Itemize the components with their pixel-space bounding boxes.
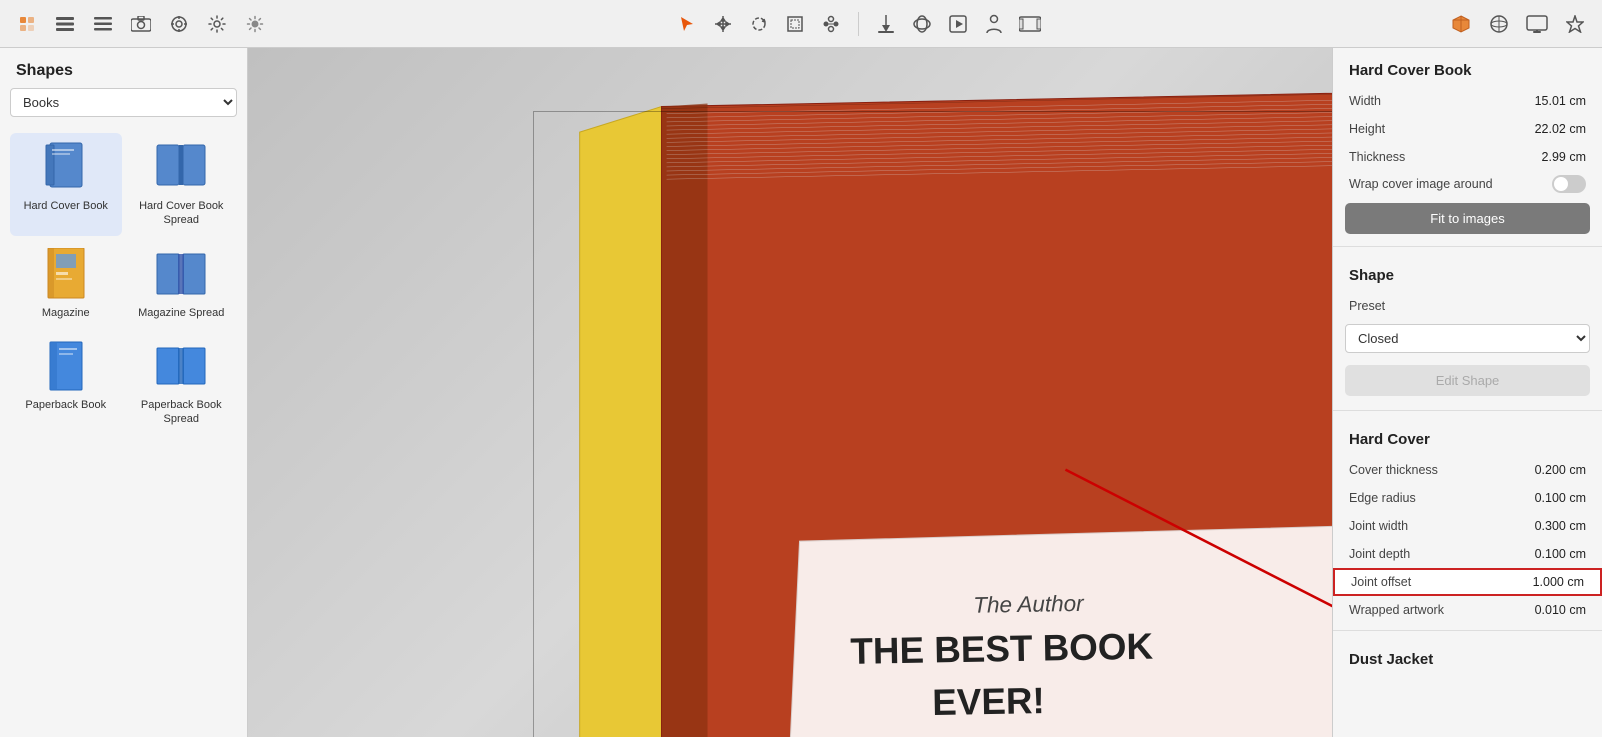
divider-2 [1333,410,1602,411]
place-tool[interactable] [871,9,901,39]
width-row: Width 15.01 cm [1333,87,1602,115]
hard-cover-book-icon [40,141,92,193]
wrapped-artwork-value: 0.010 cm [1535,603,1586,617]
box-icon[interactable] [1446,9,1476,39]
preset-label: Preset [1349,299,1385,313]
orbit-tool[interactable] [907,9,937,39]
person-tool[interactable] [979,9,1009,39]
book-3d-svg: The Author THE BEST BOOK EVER! [278,48,1332,737]
paperback-book-label: Paperback Book [25,398,106,412]
hard-cover-section-title: Hard Cover [1333,417,1602,456]
hard-cover-book-spread-label: Hard Cover Book Spread [130,199,234,228]
joint-depth-value: 0.100 cm [1535,547,1586,561]
wrap-row: Wrap cover image around [1333,171,1602,197]
shape-section-title: Shape [1333,253,1602,292]
left-panel: Shapes Books Magazines Boxes Hard [0,48,248,737]
wrap-label: Wrap cover image around [1349,177,1552,191]
width-value: 15.01 cm [1535,94,1586,108]
node-tool[interactable] [816,9,846,39]
shape-item-hard-cover-book-spread[interactable]: Hard Cover Book Spread [126,133,238,236]
joint-offset-row: Joint offset 1.000 cm [1333,568,1602,596]
height-label: Height [1349,122,1385,136]
cover-thickness-row: Cover thickness 0.200 cm [1333,456,1602,484]
thickness-value: 2.99 cm [1542,150,1586,164]
shapes-title: Shapes [0,48,247,88]
height-value: 22.02 cm [1535,122,1586,136]
joint-depth-label: Joint depth [1349,547,1410,561]
grid-icon[interactable] [50,9,80,39]
wrap-toggle[interactable] [1552,175,1586,193]
rotate-tool[interactable] [744,9,774,39]
shape-item-paperback-book-spread[interactable]: Paperback Book Spread [126,332,238,435]
hard-cover-book-section-title: Hard Cover Book [1333,48,1602,87]
main-layout: Shapes Books Magazines Boxes Hard [0,48,1602,737]
edge-radius-label: Edge radius [1349,491,1416,505]
cover-thickness-value: 0.200 cm [1535,463,1586,477]
preset-select[interactable]: Closed Open Fan [1345,324,1590,353]
shape-category-select[interactable]: Books Magazines Boxes [10,88,237,117]
star-icon[interactable] [1560,9,1590,39]
render-tool[interactable] [943,9,973,39]
sphere-icon[interactable] [1484,9,1514,39]
wrapped-artwork-label: Wrapped artwork [1349,603,1444,617]
edge-radius-value: 0.100 cm [1535,491,1586,505]
svg-text:THE BEST BOOK: THE BEST BOOK [850,626,1154,672]
thickness-row: Thickness 2.99 cm [1333,143,1602,171]
edge-radius-row: Edge radius 0.100 cm [1333,484,1602,512]
magazine-icon [40,248,92,300]
hard-cover-book-spread-icon [155,141,207,193]
wrapped-artwork-row: Wrapped artwork 0.010 cm [1333,596,1602,624]
joint-width-label: Joint width [1349,519,1408,533]
svg-text:EVER!: EVER! [932,680,1045,723]
hard-cover-book-label: Hard Cover Book [24,199,108,213]
joint-width-row: Joint width 0.300 cm [1333,512,1602,540]
paperback-book-icon [40,340,92,392]
select-tool[interactable] [672,9,702,39]
fit-to-images-button[interactable]: Fit to images [1345,203,1590,234]
thickness-label: Thickness [1349,150,1405,164]
divider-3 [1333,630,1602,631]
shape-item-hard-cover-book[interactable]: Hard Cover Book [10,133,122,236]
shapes-grid: Hard Cover Book Hard Cover Book Spread [0,127,247,440]
add-icon[interactable] [12,9,42,39]
film-tool[interactable] [1015,9,1045,39]
toolbar [0,0,1602,48]
shape-item-magazine-spread[interactable]: Magazine Spread [126,240,238,328]
magazine-label: Magazine [42,306,90,320]
scale-tool[interactable] [780,9,810,39]
right-panel: Hard Cover Book Width 15.01 cm Height 22… [1332,48,1602,737]
move-tool[interactable] [708,9,738,39]
joint-offset-value: 1.000 cm [1533,575,1584,589]
camera-icon[interactable] [126,9,156,39]
menu-icon[interactable] [88,9,118,39]
paperback-book-spread-icon [155,340,207,392]
dust-jacket-section-title: Dust Jacket [1333,637,1602,676]
shape-item-magazine[interactable]: Magazine [10,240,122,328]
preset-label-row: Preset [1333,292,1602,320]
settings-icon[interactable] [202,9,232,39]
target-icon[interactable] [164,9,194,39]
svg-text:The Author: The Author [973,591,1085,618]
shape-category-select-wrap: Books Magazines Boxes [0,88,247,127]
edit-shape-button: Edit Shape [1345,365,1590,396]
magazine-spread-label: Magazine Spread [138,306,224,320]
canvas-area[interactable]: The Author THE BEST BOOK EVER! [248,48,1332,737]
divider-1 [1333,246,1602,247]
width-label: Width [1349,94,1381,108]
shape-item-paperback-book[interactable]: Paperback Book [10,332,122,435]
magazine-spread-icon [155,248,207,300]
paperback-book-spread-label: Paperback Book Spread [130,398,234,427]
joint-depth-row: Joint depth 0.100 cm [1333,540,1602,568]
height-row: Height 22.02 cm [1333,115,1602,143]
cover-thickness-label: Cover thickness [1349,463,1438,477]
sun-icon[interactable] [240,9,270,39]
screen-icon[interactable] [1522,9,1552,39]
joint-offset-label: Joint offset [1351,575,1411,589]
preset-select-wrap: Closed Open Fan [1333,320,1602,361]
joint-width-value: 0.300 cm [1535,519,1586,533]
